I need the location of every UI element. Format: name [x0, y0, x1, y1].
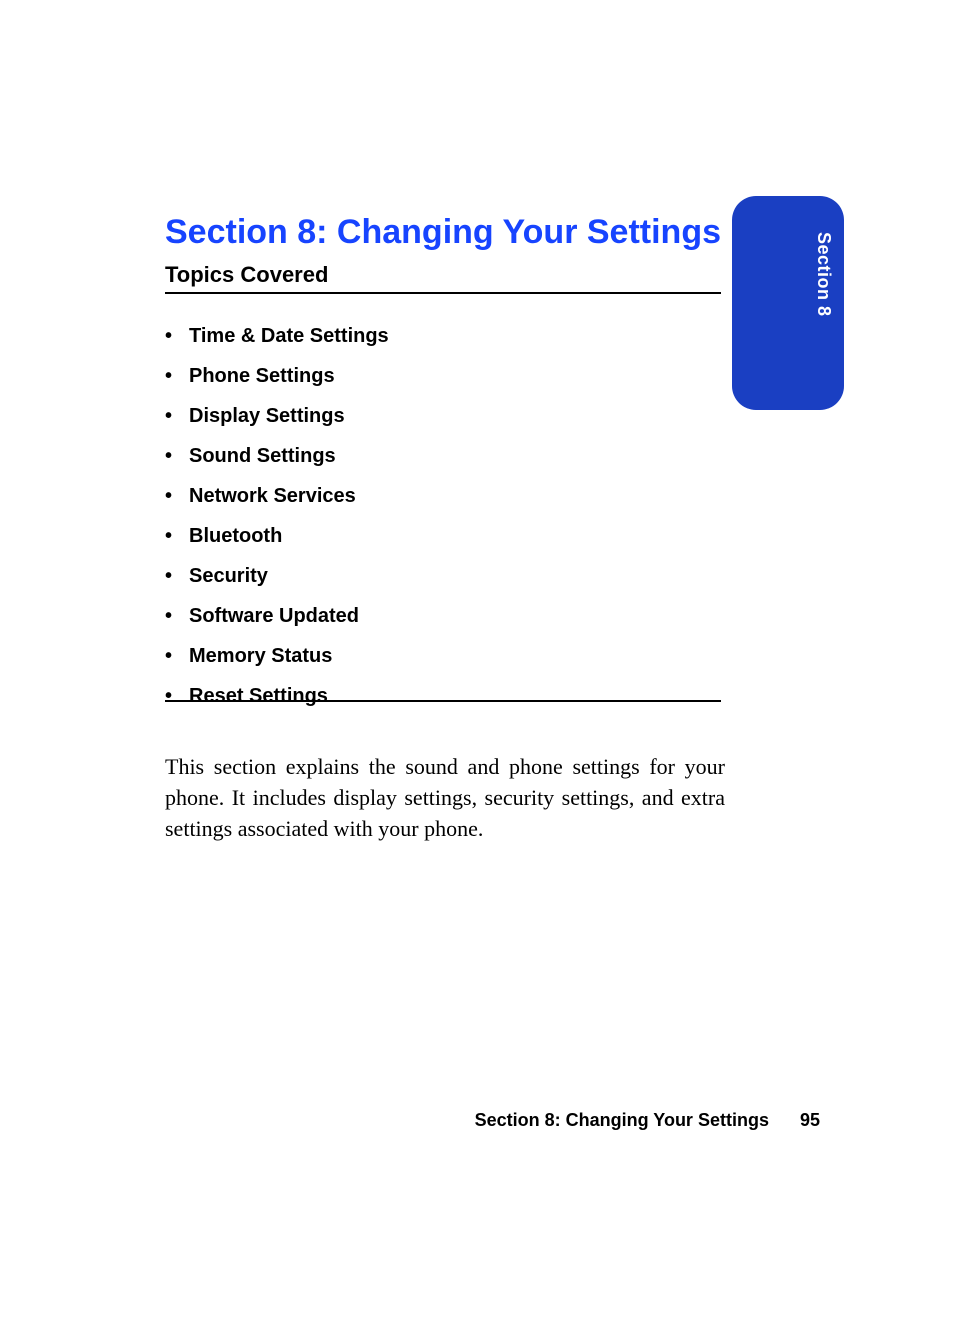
horizontal-rule-bottom	[165, 700, 721, 702]
list-item: Reset Settings	[165, 684, 721, 709]
footer-text: Section 8: Changing Your Settings	[475, 1110, 769, 1130]
section-title: Section 8: Changing Your Settings	[165, 213, 721, 252]
topics-heading: Topics Covered	[165, 262, 328, 288]
list-item: Security	[165, 564, 721, 589]
list-item: Software Updated	[165, 604, 721, 629]
document-page: Section 8: Changing Your Settings Topics…	[0, 0, 954, 1319]
section-tab-label: Section 8	[818, 232, 834, 372]
intro-paragraph: This section explains the sound and phon…	[165, 752, 725, 844]
horizontal-rule-top	[165, 292, 721, 294]
page-number: 95	[800, 1110, 820, 1131]
topics-list: Time & Date Settings Phone Settings Disp…	[165, 324, 721, 724]
list-item: Time & Date Settings	[165, 324, 721, 349]
list-item: Memory Status	[165, 644, 721, 669]
list-item: Sound Settings	[165, 444, 721, 469]
page-footer: Section 8: Changing Your Settings 95	[0, 1110, 820, 1131]
list-item: Phone Settings	[165, 364, 721, 389]
list-item: Bluetooth	[165, 524, 721, 549]
list-item: Display Settings	[165, 404, 721, 429]
list-item: Network Services	[165, 484, 721, 509]
